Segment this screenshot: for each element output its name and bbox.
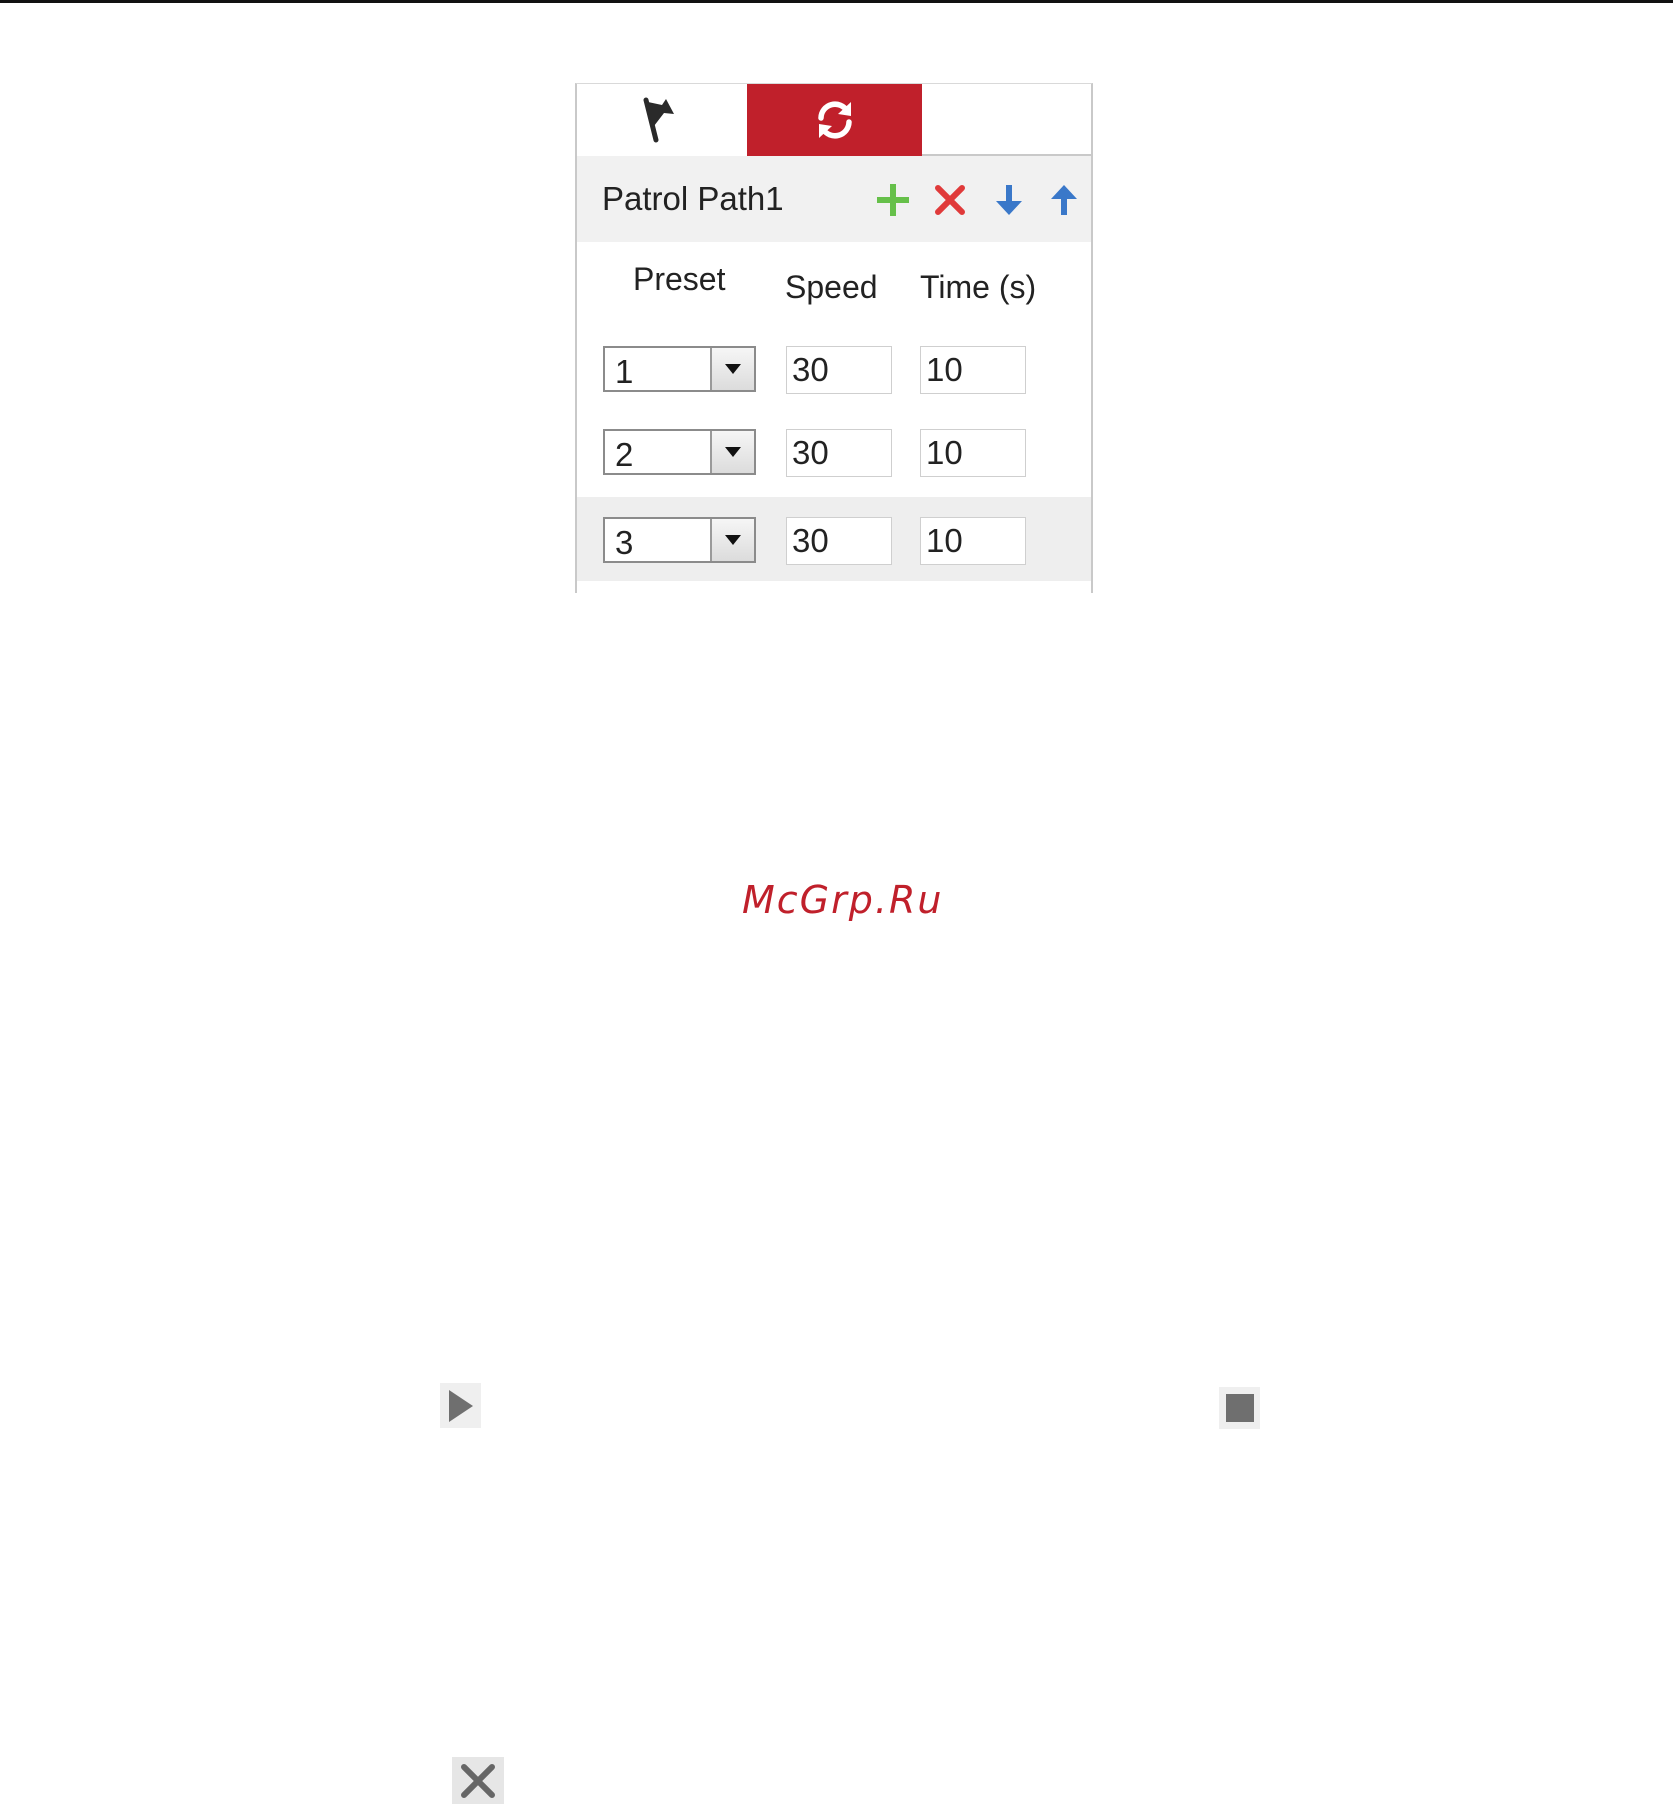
chevron-down-icon[interactable] (710, 431, 754, 473)
column-preset: Preset (633, 261, 726, 297)
move-down-button[interactable] (989, 180, 1029, 220)
close-icon (461, 1763, 495, 1798)
panel-tabs (577, 84, 1091, 156)
tab-preset[interactable] (577, 84, 747, 156)
watermark: McGrp.Ru (742, 878, 944, 922)
delete-preset-button[interactable] (930, 180, 970, 220)
patrol-path-name: Patrol Path1 (602, 180, 784, 217)
time-field[interactable]: 10 (920, 429, 1026, 477)
delete-icon (935, 185, 965, 215)
preset-value: 2 (615, 436, 634, 473)
speed-field[interactable]: 30 (786, 346, 892, 394)
stop-button[interactable] (1219, 1387, 1260, 1429)
stop-icon (1225, 1394, 1254, 1422)
preset-select[interactable]: 2 (603, 429, 756, 475)
flag-icon (643, 97, 674, 143)
top-rule (0, 0, 1673, 3)
add-icon (877, 184, 909, 216)
add-preset-button[interactable] (873, 180, 913, 220)
table-row: 2 30 10 (577, 409, 1091, 491)
move-down-icon (996, 185, 1022, 215)
play-icon (448, 1389, 473, 1422)
play-button[interactable] (440, 1383, 481, 1428)
close-button[interactable] (452, 1757, 504, 1804)
speed-field[interactable]: 30 (786, 517, 892, 565)
time-field[interactable]: 10 (920, 517, 1026, 565)
refresh-icon (817, 101, 852, 139)
time-field[interactable]: 10 (920, 346, 1026, 394)
move-up-button[interactable] (1044, 180, 1084, 220)
chevron-down-icon[interactable] (710, 348, 754, 390)
patrol-panel: Patrol Path1 Preset Speed Time (s) 1 30 … (575, 83, 1093, 593)
column-speed: Speed (785, 269, 878, 305)
preset-value: 3 (615, 524, 634, 561)
speed-field[interactable]: 30 (786, 429, 892, 477)
table-row: 1 30 10 (577, 326, 1091, 408)
preset-select[interactable]: 3 (603, 517, 756, 563)
chevron-down-icon[interactable] (710, 519, 754, 561)
preset-value: 1 (615, 353, 634, 390)
tab-patrol[interactable] (747, 84, 922, 156)
patrol-path-header: Patrol Path1 (577, 156, 1091, 242)
table-row: 3 30 10 (577, 497, 1091, 581)
column-time: Time (s) (920, 269, 1037, 305)
preset-select[interactable]: 1 (603, 346, 756, 392)
move-up-icon (1051, 185, 1077, 215)
